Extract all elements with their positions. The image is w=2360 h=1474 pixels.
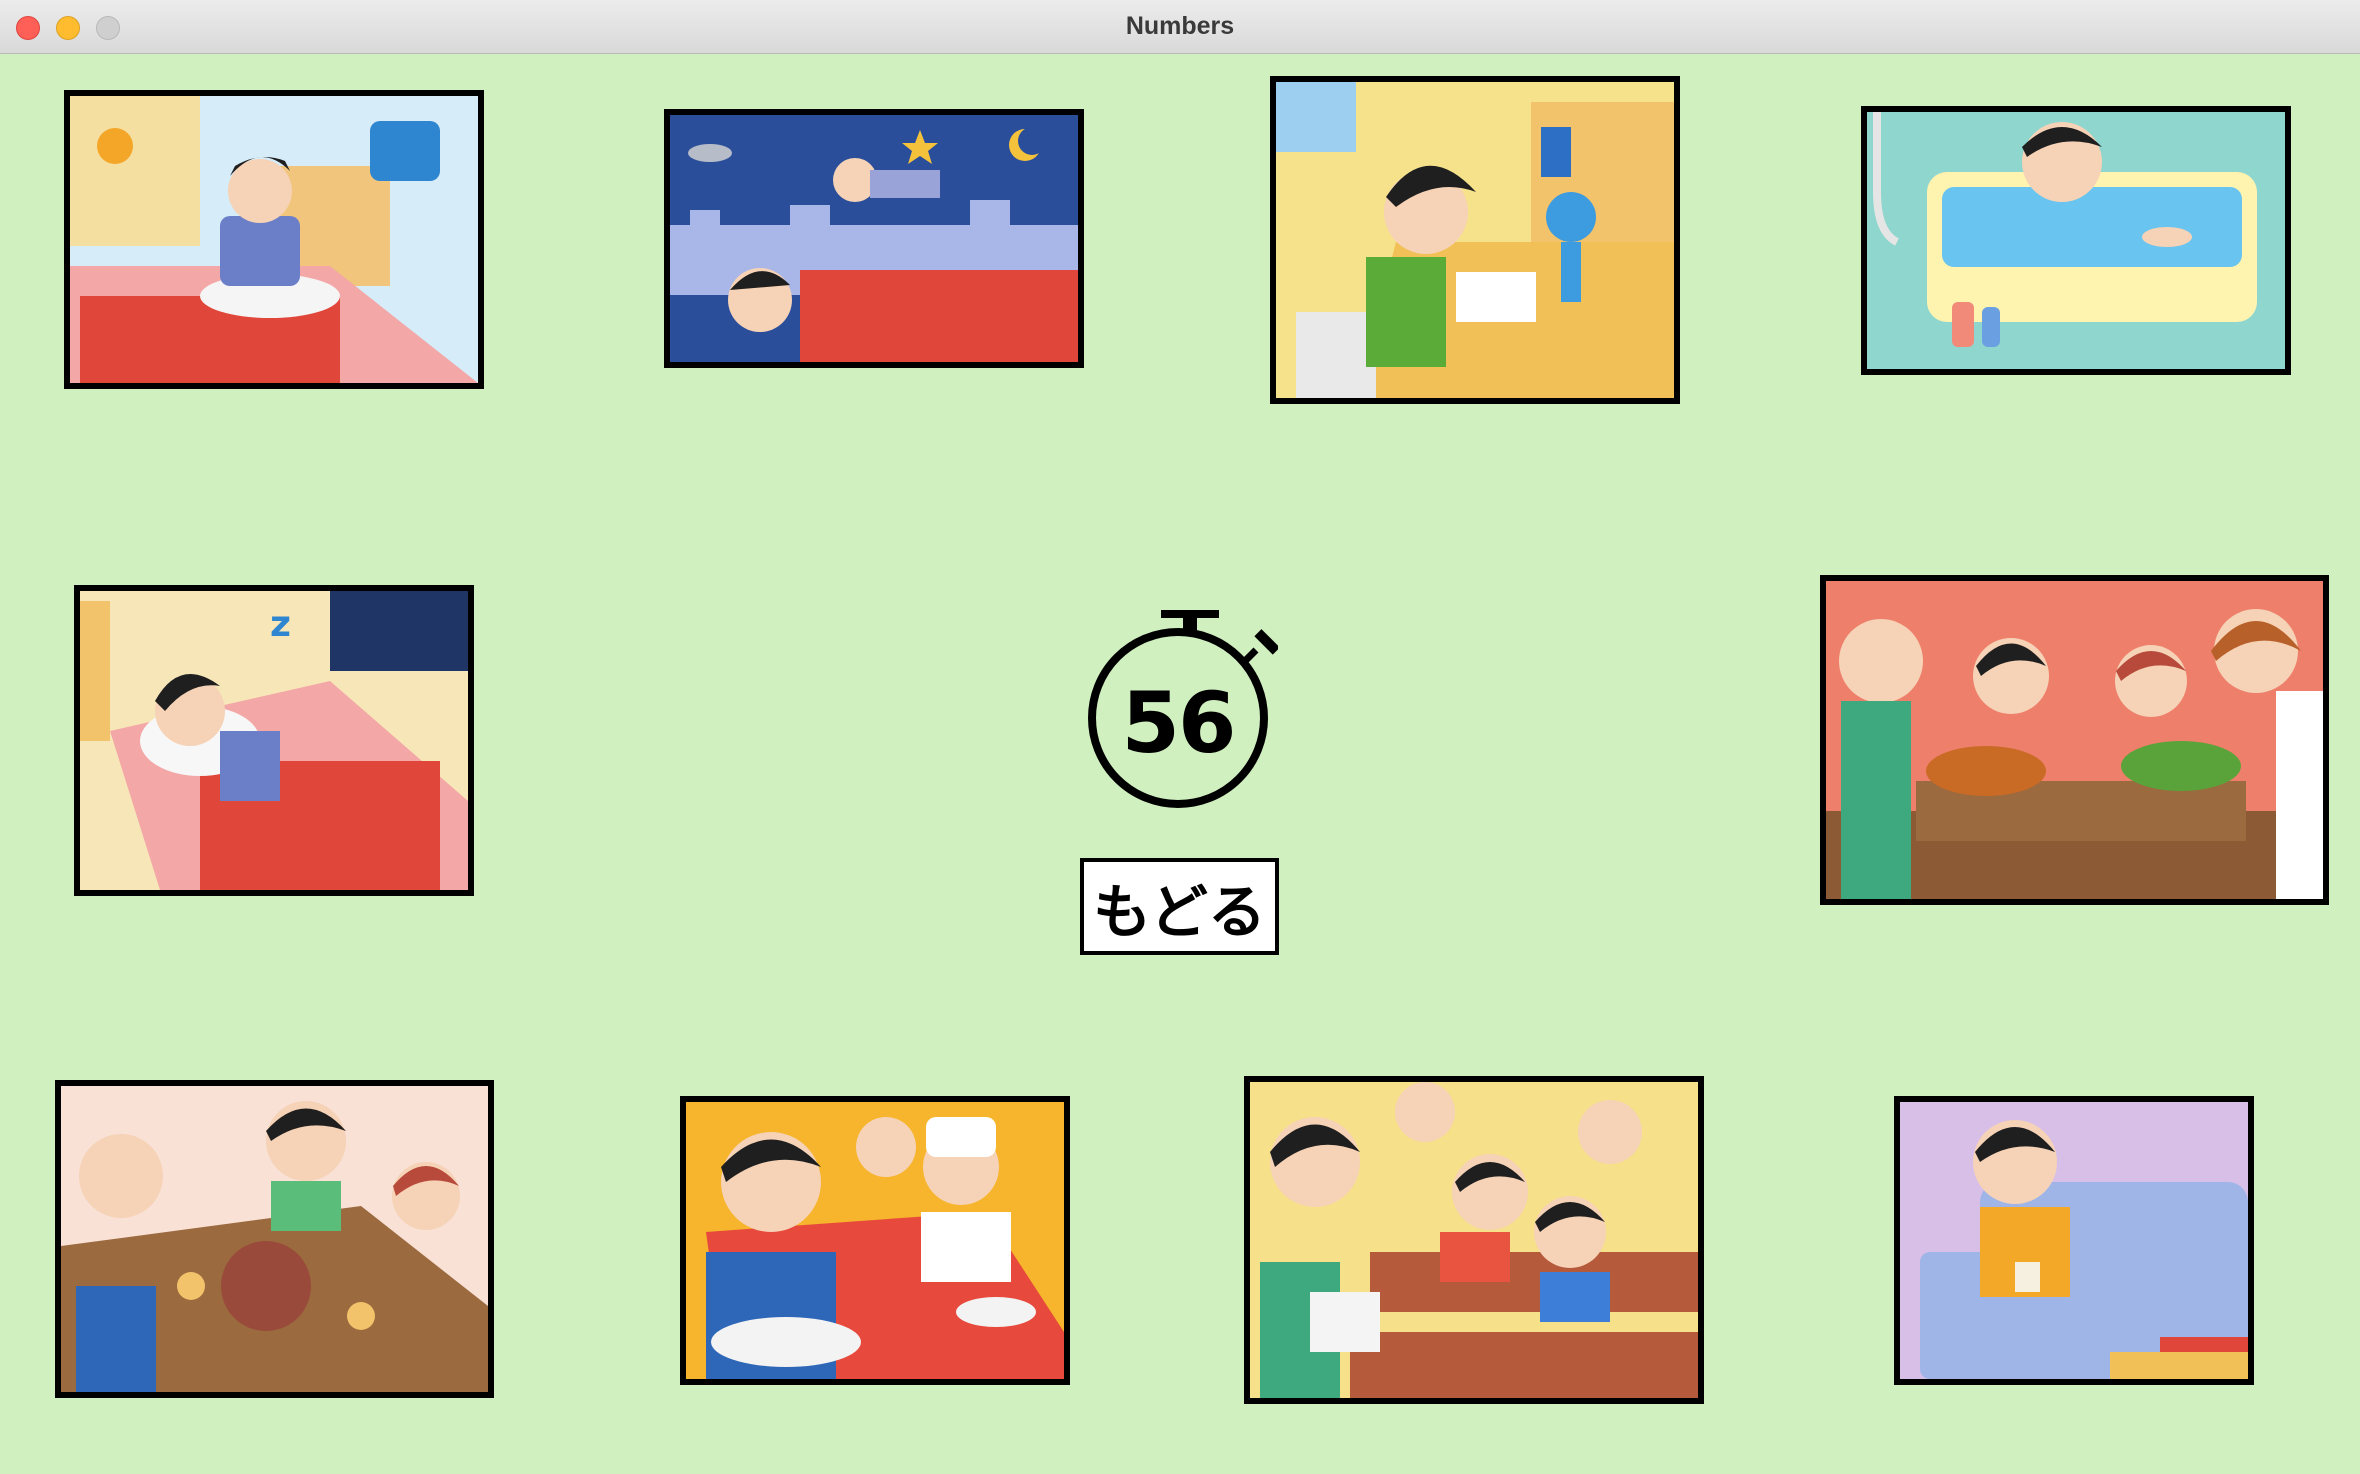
scene-card-sleeping[interactable]: z xyxy=(74,585,474,896)
scene-card-studying[interactable] xyxy=(1270,76,1680,404)
countdown-timer: 56 xyxy=(1078,608,1280,808)
scene-card-family-breakfast[interactable] xyxy=(55,1080,494,1398)
family-breakfast-illustration xyxy=(61,1086,488,1392)
scene-card-family-dinner[interactable] xyxy=(1820,575,2329,905)
studying-illustration xyxy=(1276,82,1674,398)
back-button[interactable]: もどる xyxy=(1080,858,1279,955)
waking-up-illustration xyxy=(70,96,478,383)
timer-value: 56 xyxy=(1121,674,1237,772)
scene-card-dreaming[interactable] xyxy=(664,109,1084,368)
dreaming-illustration xyxy=(670,115,1078,362)
classroom-illustration xyxy=(1250,1082,1698,1398)
svg-text:z: z xyxy=(270,604,291,645)
scene-card-waking-up[interactable] xyxy=(64,90,484,389)
window-title: Numbers xyxy=(1125,12,1235,40)
sleeping-illustration: z xyxy=(80,591,468,890)
scene-card-bathing[interactable] xyxy=(1861,106,2291,375)
school-lunch-illustration xyxy=(686,1102,1064,1379)
scene-card-school-lunch[interactable] xyxy=(680,1096,1070,1385)
family-dinner-illustration xyxy=(1826,581,2323,899)
scene-card-relaxing-sofa[interactable] xyxy=(1894,1096,2254,1385)
title-bar: Numbers xyxy=(0,0,2360,54)
bathing-illustration xyxy=(1867,112,2285,369)
scene-card-classroom[interactable] xyxy=(1244,1076,1704,1404)
relaxing-sofa-illustration xyxy=(1900,1102,2248,1379)
